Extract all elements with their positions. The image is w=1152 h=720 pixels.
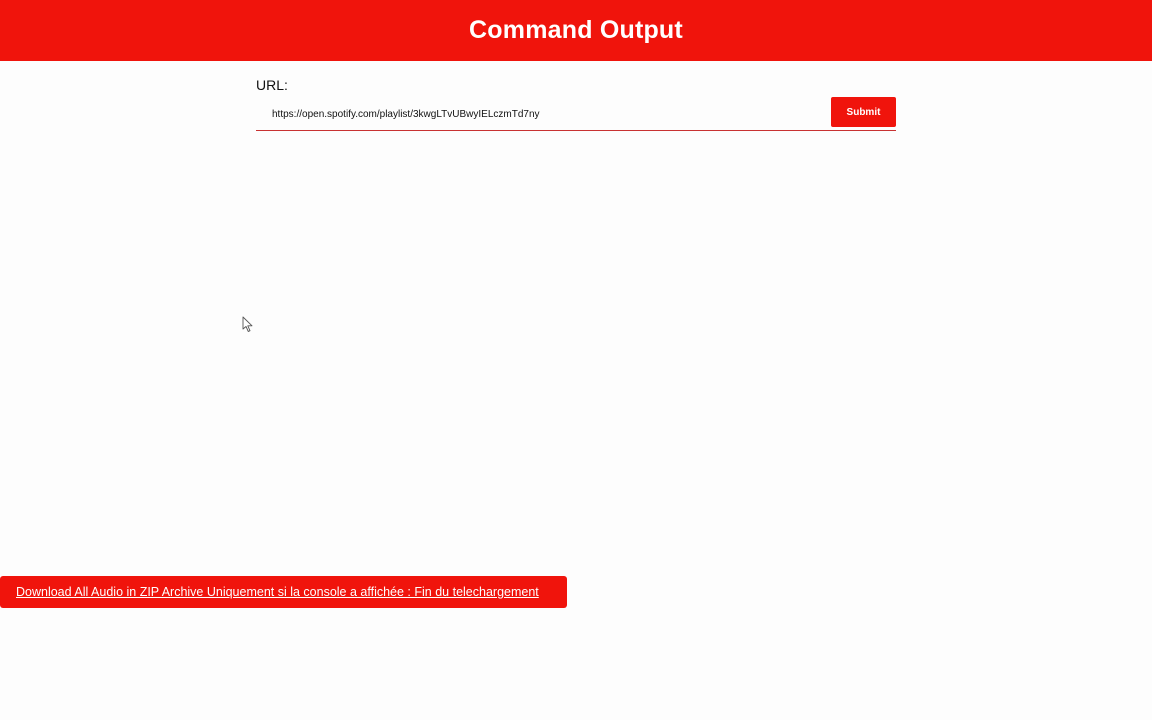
app-header: Command Output (0, 0, 1152, 61)
url-label: URL: (256, 77, 288, 93)
download-zip-button[interactable]: Download All Audio in ZIP Archive Unique… (0, 576, 567, 608)
download-zip-link-text: Download All Audio in ZIP Archive Unique… (16, 585, 539, 599)
url-input[interactable] (256, 99, 831, 129)
url-form: URL: Submit (256, 76, 896, 131)
page-title: Command Output (469, 16, 683, 44)
arrow-cursor-icon (242, 316, 253, 332)
submit-button[interactable]: Submit (831, 97, 896, 127)
url-input-row: Submit (256, 97, 896, 131)
